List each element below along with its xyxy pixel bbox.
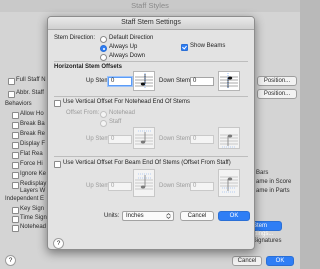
right-option-label: ame in Parts	[256, 188, 290, 194]
down-stem-preview	[218, 71, 240, 91]
behavior-checkbox[interactable]	[12, 152, 19, 159]
vertical-beam-checkbox[interactable]	[54, 161, 61, 168]
staff-stem-settings-dialog: Staff Stem Settings Stem Direction: Show…	[47, 16, 255, 250]
separator-2	[54, 96, 248, 97]
position-button-1[interactable]: Position...	[257, 76, 297, 86]
direction-radio[interactable]	[100, 36, 107, 43]
direction-radio[interactable]	[100, 45, 107, 52]
beam-down-stem-label: Down Stem:	[159, 183, 192, 189]
behaviors-heading: Behaviors	[5, 101, 32, 107]
separator-3	[54, 156, 248, 157]
dialog-titlebar: Staff Stem Settings	[48, 17, 254, 30]
dialog-help-button[interactable]: ?	[53, 238, 64, 249]
full-staff-label: Full Staff N	[16, 77, 46, 83]
down-stem-input[interactable]: 0	[190, 77, 214, 86]
offset-from-radio[interactable]	[100, 111, 107, 118]
independent-checkbox[interactable]	[12, 225, 19, 232]
down-stem-notation-icon	[220, 73, 238, 89]
beam-down-notation-icon	[220, 176, 238, 193]
abbr-staff-checkbox[interactable]	[8, 91, 15, 98]
behavior-item-label: Ignore Ke	[20, 171, 47, 177]
beam-down-stem-input[interactable]: 0	[190, 182, 214, 191]
behavior-item-label: Break Ba	[20, 121, 45, 127]
behavior-checkbox[interactable]	[12, 162, 19, 169]
units-select[interactable]: Inches	[122, 211, 174, 221]
right-option-label: Bars	[256, 170, 269, 176]
separator-1	[54, 61, 248, 62]
behavior-checkbox[interactable]	[12, 182, 19, 189]
dialog-title: Staff Stem Settings	[121, 19, 181, 26]
independent-checkbox[interactable]	[12, 216, 19, 223]
beam-up-preview	[133, 169, 155, 197]
behavior-item-label: Layers W	[20, 188, 46, 194]
behavior-checkbox[interactable]	[12, 122, 19, 129]
show-beams-label: Show Beams	[190, 43, 226, 49]
vertical-beam-label: Use Vertical Offset For Beam End Of Stem…	[63, 160, 231, 166]
window-titlebar: Staff Styles	[0, 0, 300, 12]
direction-option-label: Default Direction	[109, 35, 154, 41]
notehead-up-notation-icon	[135, 130, 153, 145]
units-value: Inches	[126, 213, 144, 219]
notehead-down-notation-icon	[220, 134, 238, 148]
behavior-checkbox[interactable]	[12, 142, 19, 149]
vertical-notehead-checkbox[interactable]	[54, 100, 61, 107]
down-stem-value: 0	[193, 78, 197, 84]
window-help-button[interactable]: ?	[5, 255, 16, 266]
show-beams-checkbox[interactable]	[181, 44, 188, 51]
up-stem-input[interactable]: 0	[108, 77, 132, 86]
independent-item-label: Notehead	[20, 224, 47, 230]
independent-item-label: Key Sign	[20, 206, 45, 212]
notehead-down-stem-input[interactable]: 0	[190, 135, 214, 144]
direction-option-label: Always Up	[109, 44, 138, 50]
units-label: Units:	[104, 213, 120, 219]
right-option-label: ame in Score	[256, 179, 292, 185]
behavior-item-label: Allow Ho	[20, 111, 44, 117]
independent-heading: Independent E	[5, 196, 45, 202]
ok-button[interactable]: OK	[218, 211, 250, 221]
behavior-item-label: Redisplay	[20, 181, 47, 187]
behavior-item-label: Flat Rea	[20, 151, 43, 157]
abbr-staff-label: Abbr. Staff	[16, 90, 44, 96]
beam-up-stem-value: 0	[111, 183, 115, 189]
behavior-item-label: Break Re	[20, 131, 46, 137]
bottom-cancel-button[interactable]: Cancel	[232, 256, 262, 266]
up-stem-notation-icon	[135, 73, 153, 89]
notehead-up-stem-value: 0	[111, 136, 115, 142]
window-title: Staff Styles	[131, 1, 169, 10]
behavior-checkbox[interactable]	[12, 172, 19, 179]
full-staff-checkbox[interactable]	[8, 78, 15, 85]
independent-item-label: Time Sign	[20, 215, 47, 221]
beam-up-stem-input[interactable]: 0	[108, 182, 132, 191]
behavior-item-label: Force Hi	[20, 161, 43, 167]
vertical-notehead-label: Use Vertical Offset For Notehead End Of …	[63, 99, 190, 105]
notehead-down-stem-label: Down Stem:	[159, 136, 192, 142]
notehead-up-stem-input[interactable]: 0	[108, 135, 132, 144]
notehead-down-preview	[218, 127, 240, 149]
down-stem-label: Down Stem:	[159, 78, 192, 84]
behavior-item-label: Display F	[20, 141, 46, 147]
offset-from-option-label: Notehead	[109, 110, 136, 116]
offset-from-option-label: Staff	[109, 119, 122, 125]
notehead-down-stem-value: 0	[193, 136, 197, 142]
up-stem-value: 0	[111, 78, 115, 84]
direction-option-label: Always Down	[109, 53, 146, 59]
independent-checkbox[interactable]	[12, 207, 19, 214]
direction-radio[interactable]	[100, 54, 107, 61]
bottom-ok-button[interactable]: OK	[266, 256, 294, 266]
offset-from-label: Offset From:	[66, 110, 100, 116]
beam-up-notation-icon	[135, 173, 153, 190]
beam-down-preview	[218, 169, 240, 197]
notehead-up-preview	[133, 127, 155, 149]
beam-down-stem-value: 0	[193, 183, 197, 189]
stem-direction-label: Stem Direction:	[54, 35, 96, 41]
select-arrows-icon	[166, 213, 171, 219]
up-stem-preview	[133, 71, 155, 91]
offset-from-radio[interactable]	[100, 120, 107, 127]
behavior-checkbox[interactable]	[12, 112, 19, 119]
cancel-button[interactable]: Cancel	[180, 211, 214, 221]
behavior-checkbox[interactable]	[12, 132, 19, 139]
horizontal-offsets-heading: Horizontal Stem Offsets	[54, 64, 123, 70]
position-button-2[interactable]: Position...	[257, 89, 297, 99]
